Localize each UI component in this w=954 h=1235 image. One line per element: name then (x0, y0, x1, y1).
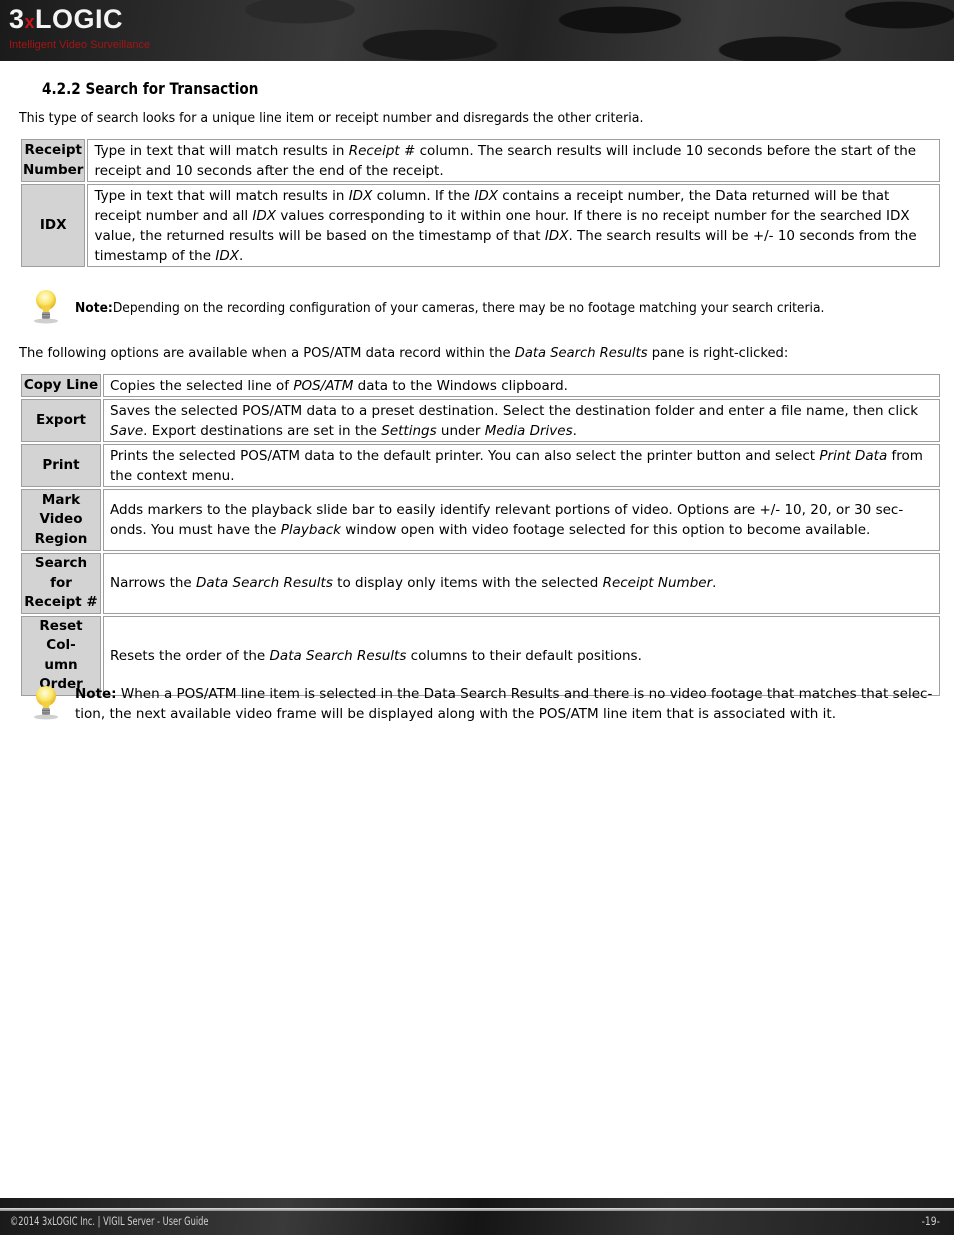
option-row: Copy Line Copies the selected line of POS… (21, 374, 940, 397)
emphasis-text: Receipt Number (602, 575, 713, 592)
option-description: Narrows the Data Search Results to displ… (103, 553, 940, 614)
note-callout-2: Note: When a POS/ATM line item is select… (30, 684, 942, 728)
emphasis-text: IDX (474, 187, 498, 204)
term-line: Mark (41, 491, 81, 508)
note-text: Note:Depending on the recording configur… (75, 298, 865, 318)
term-line: Print (42, 456, 80, 473)
description-text: Resets the order of the (110, 647, 270, 664)
term-line: IDX (39, 216, 67, 233)
description-text: to display only items with the selected (332, 575, 603, 592)
emphasis-text: Receipt # (348, 142, 416, 159)
logo-tagline: Intelligent Video Surveillance (9, 39, 151, 51)
term-line: Region (34, 530, 88, 547)
description-text: column. If the (372, 187, 475, 204)
description-text: columns to their default positions. (406, 647, 642, 664)
options-intro-text-end: pane is right-clicked: (647, 345, 789, 361)
note-label: Note: (75, 686, 117, 702)
criteria-term: Receipt Number (21, 139, 86, 182)
logo-text-logic: LOGIC (35, 4, 124, 34)
emphasis-text: Settings (381, 422, 437, 439)
description-text: window open with video footage selected … (341, 522, 871, 538)
description-text: . (238, 247, 244, 264)
criteria-description: Type in text that will match results in … (87, 139, 940, 182)
option-description: Saves the selected POS/ATM data to a pre… (103, 399, 940, 442)
emphasis-text: IDX (252, 207, 277, 224)
note-text: Note: When a POS/ATM line item is select… (75, 684, 943, 724)
lightbulb-icon (34, 686, 58, 720)
criteria-term: IDX (21, 184, 86, 267)
emphasis-text: POS/ATM (293, 377, 354, 394)
page-footer: ©2014 3xLOGIC Inc. | VIGIL Server - User… (0, 1198, 954, 1235)
emphasis-text: IDX (544, 227, 569, 244)
emphasis-text: Save (110, 422, 144, 439)
context-menu-options-table: Copy Line Copies the selected line of POS… (19, 372, 942, 698)
emphasis-text: Data Search Results (196, 575, 333, 592)
term-line: umn (44, 656, 78, 673)
logo-text-3: 3 (9, 4, 25, 34)
option-term: Print (21, 444, 101, 487)
term-line: Copy Line (23, 376, 99, 393)
options-intro-text: The following options are available when… (19, 345, 515, 361)
option-description: Prints the selected POS/ATM data to the … (103, 444, 940, 487)
note-callout: Note:Depending on the recording configur… (30, 288, 942, 328)
emphasis-text: Media Drives (484, 422, 573, 439)
term-line: Export (36, 411, 86, 428)
emphasis-text: IDX (215, 247, 239, 264)
option-description: Copies the selected line of POS/ATM data… (103, 374, 940, 397)
term-line: Receipt # (24, 594, 98, 610)
page-number: -19- (921, 1214, 940, 1228)
description-text: under (436, 422, 485, 439)
emphasis-text: Data Search Results (269, 647, 407, 664)
page-header-banner: 3xLOGIC Intelligent Video Surveillance (0, 0, 954, 61)
description-text: . (572, 422, 577, 439)
options-intro: The following options are available when… (19, 344, 788, 362)
description-text: data to the Windows clipboard. (353, 377, 568, 394)
criteria-row: IDX Type in text that will match results … (21, 184, 940, 267)
footer-divider (0, 1208, 954, 1211)
lightbulb-icon (34, 290, 58, 324)
term-line: Reset Col- (39, 617, 83, 654)
option-description: Adds markers to the playback slide bar t… (103, 489, 940, 551)
note-body: Depending on the recording configuration… (112, 300, 825, 316)
option-term: Mark Video Region (21, 489, 101, 551)
note-body: When a POS/ATM line item is selected in … (75, 686, 933, 722)
criteria-description: Type in text that will match results in … (87, 184, 940, 267)
option-row: Print Prints the selected POS/ATM data to… (21, 444, 940, 487)
search-criteria-table: Receipt Number Type in text that will matc… (19, 137, 942, 269)
logo-text-x: x (24, 12, 36, 32)
option-term: Copy Line (21, 374, 101, 397)
option-row: Export Saves the selected POS/ATM data to… (21, 399, 940, 442)
option-term: Export (21, 399, 101, 442)
option-row: Mark Video Region Adds markers to the playb… (21, 489, 940, 551)
description-text: Narrows the (110, 575, 197, 592)
emphasis-text: Playback (280, 522, 341, 538)
description-text: Type in text that will match results in (94, 187, 349, 204)
description-text: Saves the selected POS/ATM data to a pre… (110, 402, 919, 419)
term-line: Receipt (24, 142, 82, 158)
term-line: Search for (34, 555, 88, 591)
description-text: . Export destinations are set in the (143, 422, 382, 439)
term-line: Video (39, 511, 83, 528)
description-text: Type in text that will match results in (94, 142, 349, 159)
description-text: Copies the selected line of (110, 377, 294, 394)
options-intro-emphasis: Data Search Results (514, 345, 648, 361)
option-term: Search for Receipt # (21, 553, 101, 614)
section-title: 4.2.2 Search for Transaction (42, 79, 259, 98)
criteria-row: Receipt Number Type in text that will matc… (21, 139, 940, 182)
company-logo: 3xLOGIC (9, 3, 123, 38)
footer-copyright: ©2014 3xLOGIC Inc. | VIGIL Server - User… (10, 1214, 209, 1228)
description-text: Prints the selected POS/ATM data to the … (110, 447, 820, 464)
section-intro: This type of search looks for a unique l… (19, 110, 644, 126)
option-row: Search for Receipt # Narrows the Data Sear… (21, 553, 940, 614)
description-text: . (712, 575, 717, 592)
term-line: Number (23, 161, 84, 178)
emphasis-text: Print Data (819, 447, 888, 464)
emphasis-text: IDX (348, 187, 373, 204)
note-label: Note: (75, 300, 113, 316)
